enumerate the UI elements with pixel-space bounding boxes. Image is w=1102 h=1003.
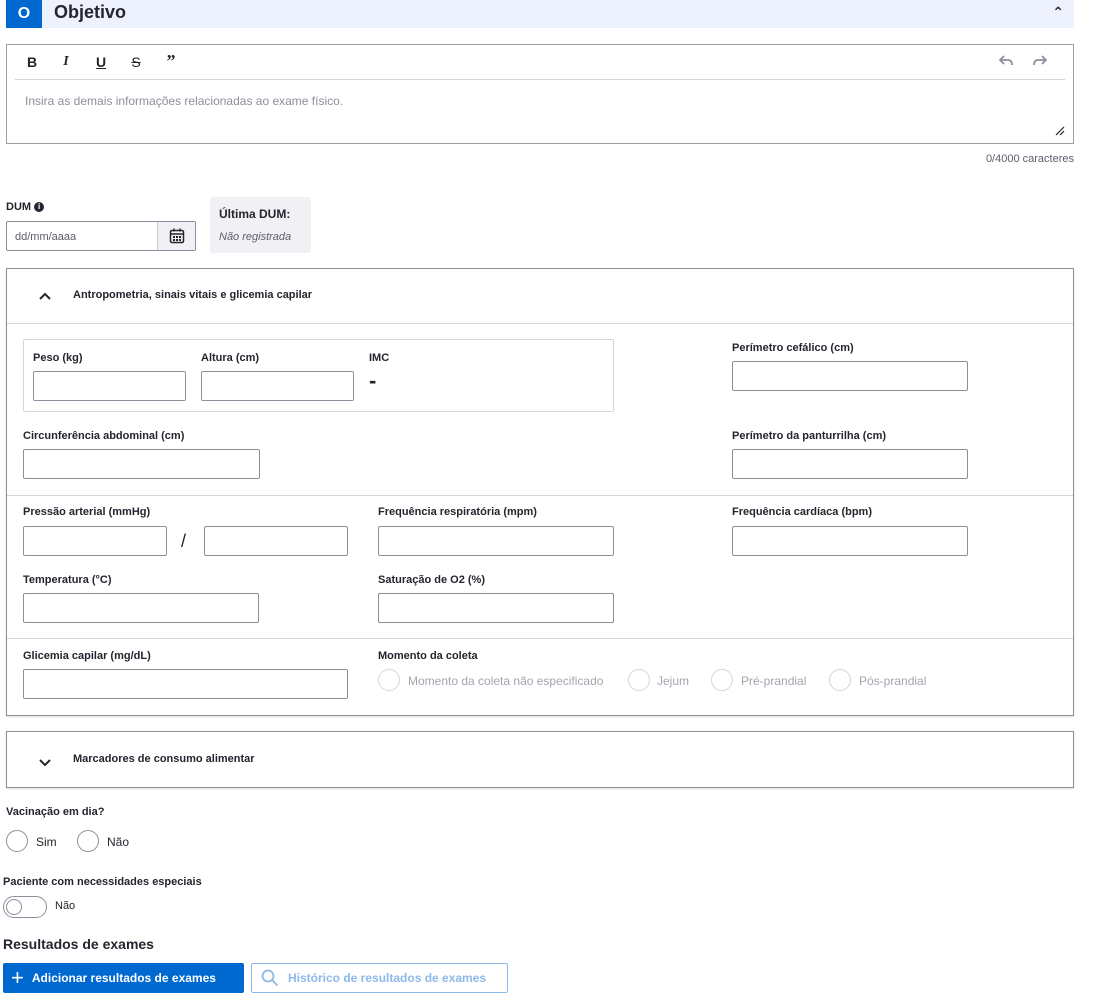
toggle-label: Não <box>55 900 76 912</box>
radio-label: Momento da coleta não especificado <box>408 674 604 688</box>
circunferencia-label: Circunferência abdominal (cm) <box>23 430 185 442</box>
calendar-icon[interactable] <box>157 222 195 250</box>
glicemia-label: Glicemia capilar (mg/dL) <box>23 650 151 662</box>
info-icon[interactable]: i <box>34 202 45 212</box>
radio-vacinacao-sim[interactable] <box>6 830 28 852</box>
imc-value: - <box>369 368 377 393</box>
panturrilha-label: Perímetro da panturrilha (cm) <box>732 430 887 442</box>
undo-icon[interactable] <box>997 54 1015 70</box>
necessidades-label: Paciente com necessidades especiais <box>3 876 202 888</box>
last-dum-card: Última DUM: Não registrada <box>210 197 311 253</box>
section-header-objetivo[interactable]: O Objetivo ⌃ <box>6 0 1074 28</box>
chevron-down-icon[interactable] <box>39 754 51 770</box>
altura-label: Altura (cm) <box>201 352 260 364</box>
perimetro-cefalico-input[interactable] <box>732 361 968 391</box>
freq-card-label: Frequência cardíaca (bpm) <box>732 506 872 518</box>
panel-divider <box>7 495 1073 496</box>
saturacao-label: Saturação de O2 (%) <box>378 574 485 586</box>
historico-resultados-label: Histórico de resultados de exames <box>288 971 487 985</box>
dum-label-text: DUM <box>6 201 32 213</box>
strikethrough-button[interactable]: S <box>127 54 145 70</box>
bold-button[interactable]: B <box>23 54 41 70</box>
radio-label: Pré-prandial <box>741 674 807 688</box>
editor-textarea[interactable]: Insira as demais informações relacionada… <box>25 94 343 108</box>
last-dum-title: Última DUM: <box>219 207 291 221</box>
circunferencia-input[interactable] <box>23 449 260 479</box>
saturacao-input[interactable] <box>378 593 614 623</box>
glicemia-input[interactable] <box>23 669 348 699</box>
pressao-label: Pressão arterial (mmHg) <box>23 506 151 518</box>
dum-label: DUM i <box>6 201 45 213</box>
pressao-diastolica-input[interactable] <box>204 526 348 556</box>
dum-placeholder: dd/mm/aaaa <box>15 231 77 243</box>
pressao-separator: / <box>181 531 187 551</box>
marcadores-panel[interactable]: Marcadores de consumo alimentar <box>6 731 1074 788</box>
perimetro-cefalico-label: Perímetro cefálico (cm) <box>732 342 854 354</box>
resize-handle-icon[interactable] <box>1055 126 1065 139</box>
section-badge: O <box>6 0 42 28</box>
necessidades-toggle[interactable] <box>3 896 47 918</box>
chevron-up-icon[interactable] <box>39 287 51 303</box>
radio-vacinacao-nao[interactable] <box>77 830 99 852</box>
antropometria-title: Antropometria, sinais vitais e glicemia … <box>73 289 313 301</box>
panturrilha-input[interactable] <box>732 449 968 479</box>
peso-label: Peso (kg) <box>33 352 83 364</box>
marcadores-title: Marcadores de consumo alimentar <box>73 753 255 765</box>
freq-resp-input[interactable] <box>378 526 614 556</box>
freq-card-input[interactable] <box>732 526 968 556</box>
imc-label: IMC <box>369 352 390 364</box>
radio-pos-prandial[interactable] <box>829 669 851 691</box>
historico-resultados-button[interactable]: Histórico de resultados de exames <box>251 963 508 993</box>
section-title: Objetivo <box>54 2 127 22</box>
char-count: 0/4000 caracteres <box>985 153 1074 165</box>
temperatura-input[interactable] <box>23 593 259 623</box>
add-resultados-button[interactable]: + Adicionar resultados de exames <box>3 963 244 993</box>
radio-label: Jejum <box>657 674 690 688</box>
editor-toolbar: B I U S ” <box>7 45 1073 79</box>
radio-label: Sim <box>36 835 57 849</box>
search-icon <box>261 969 279 987</box>
toolbar-divider <box>15 79 1065 80</box>
peso-input[interactable] <box>33 371 186 401</box>
chevron-up-icon[interactable]: ⌃ <box>1052 4 1064 21</box>
panel-divider <box>7 638 1073 639</box>
radio-pre-prandial[interactable] <box>711 669 733 691</box>
temperatura-label: Temperatura (°C) <box>23 574 112 586</box>
italic-button[interactable]: I <box>57 54 75 70</box>
panel-divider <box>7 323 1073 324</box>
freq-resp-label: Frequência respiratória (mpm) <box>378 506 537 518</box>
resultados-title: Resultados de exames <box>3 936 154 952</box>
radio-momento-nao-especificado[interactable] <box>378 669 400 691</box>
altura-input[interactable] <box>201 371 354 401</box>
radio-label: Não <box>107 835 130 849</box>
quote-button[interactable]: ” <box>162 51 180 72</box>
radio-jejum[interactable] <box>628 669 650 691</box>
plus-icon: + <box>11 965 24 990</box>
dum-date-input[interactable]: dd/mm/aaaa <box>6 221 196 251</box>
pressao-sistolica-input[interactable] <box>23 526 167 556</box>
add-resultados-label: Adicionar resultados de exames <box>31 971 216 985</box>
radio-label: Pós-prandial <box>859 674 927 688</box>
momento-label: Momento da coleta <box>378 650 478 662</box>
antropometria-panel: Antropometria, sinais vitais e glicemia … <box>6 268 1074 716</box>
toggle-knob <box>6 899 22 915</box>
antropometria-header[interactable]: Antropometria, sinais vitais e glicemia … <box>7 269 1073 323</box>
rich-text-editor: B I U S ” Insira as demais informações r… <box>6 44 1074 144</box>
underline-button[interactable]: U <box>92 54 110 70</box>
last-dum-value: Não registrada <box>219 231 292 243</box>
vacinacao-label: Vacinação em dia? <box>6 806 105 818</box>
redo-icon[interactable] <box>1031 54 1049 70</box>
